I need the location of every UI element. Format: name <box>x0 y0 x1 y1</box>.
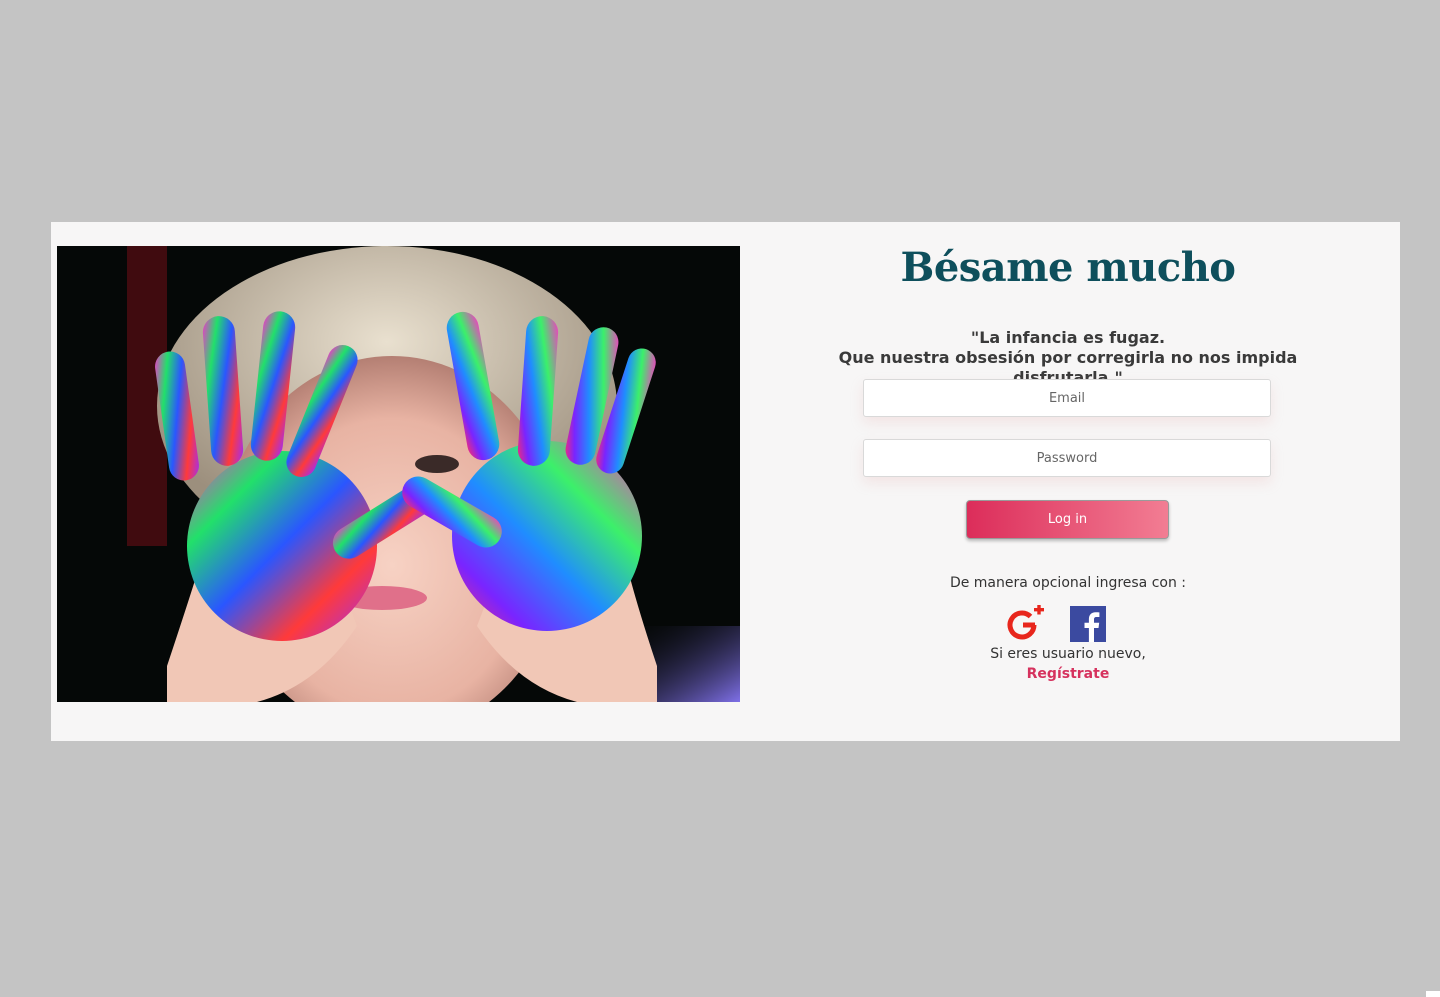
facebook-icon[interactable] <box>1070 606 1106 642</box>
social-login-icons <box>1006 605 1136 643</box>
corner-patch <box>1426 991 1440 997</box>
email-input[interactable] <box>863 379 1271 417</box>
new-user-prompt: Si eres usuario nuevo, <box>990 646 1146 662</box>
login-button[interactable]: Log in <box>966 500 1169 539</box>
child-painted-hands-image <box>57 246 740 702</box>
password-input[interactable] <box>863 439 1271 477</box>
google-plus-icon[interactable] <box>1006 605 1046 643</box>
register-link[interactable]: Regístrate <box>781 666 1355 682</box>
login-card: Bésame mucho "La infancia es fugaz. Que … <box>51 222 1400 741</box>
login-panel: Bésame mucho "La infancia es fugaz. Que … <box>781 222 1400 741</box>
social-login-prompt: De manera opcional ingresa con : <box>949 575 1187 591</box>
hero-image <box>57 246 740 702</box>
brand-title: Bésame mucho <box>900 244 1236 291</box>
quote-line-1: "La infancia es fugaz. <box>970 328 1166 347</box>
